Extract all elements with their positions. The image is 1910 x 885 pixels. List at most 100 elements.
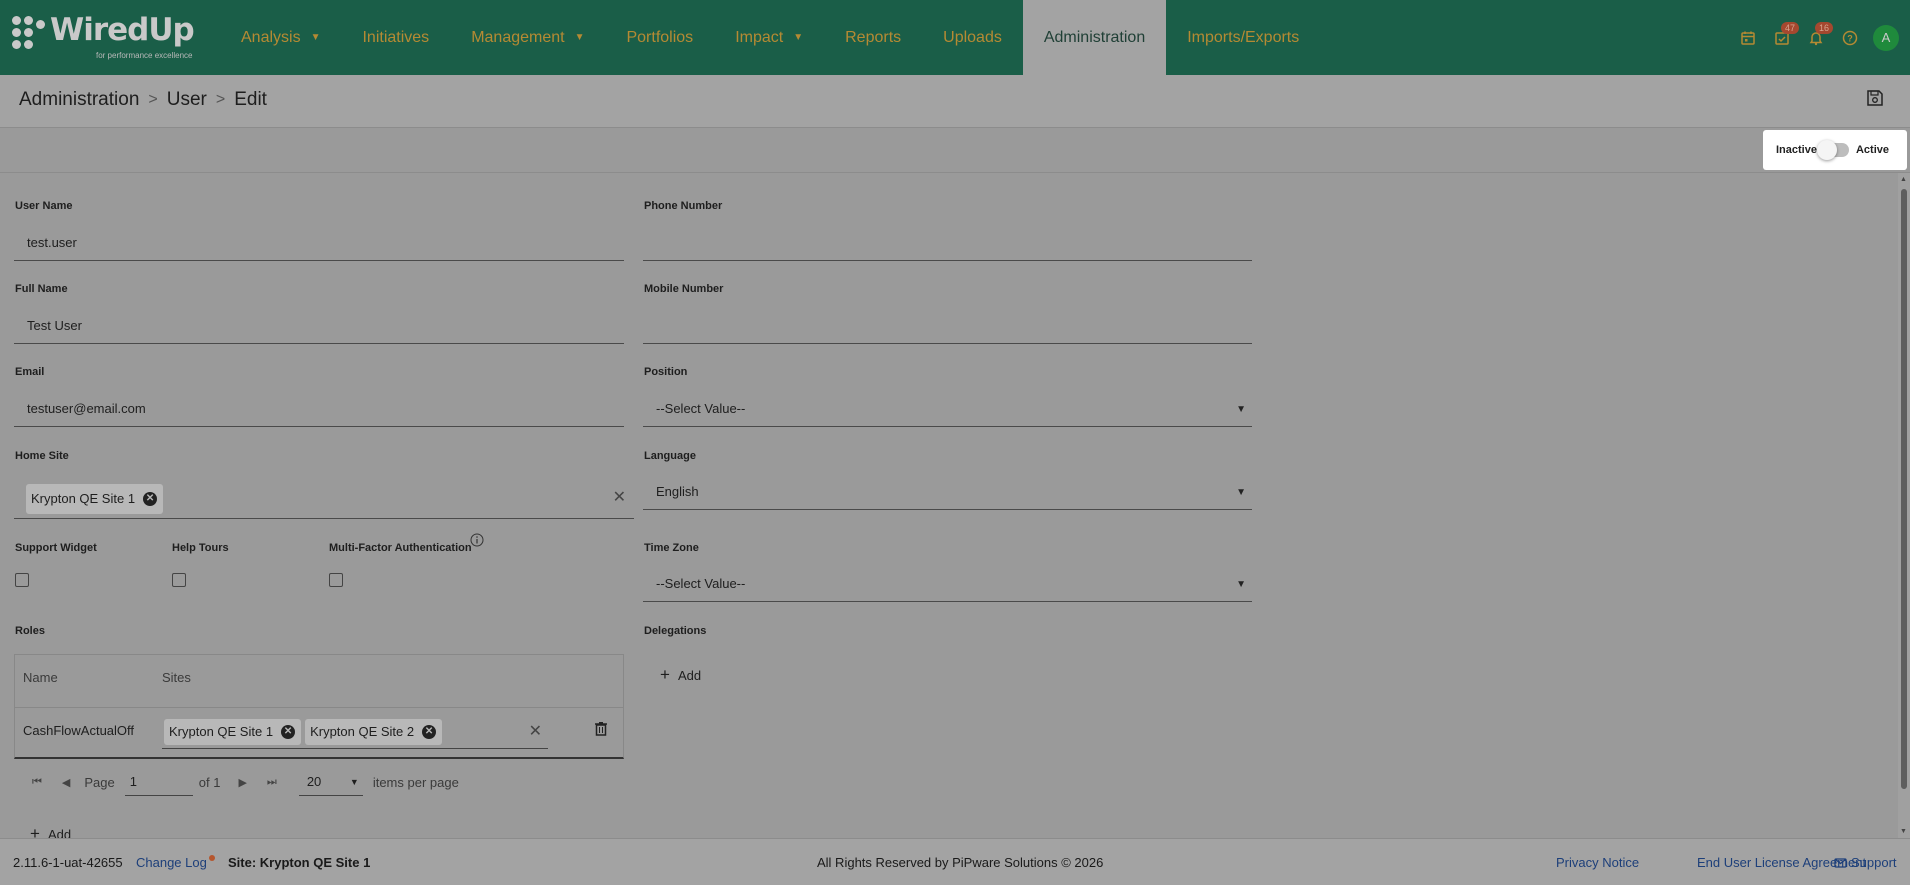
user-avatar[interactable]: A xyxy=(1873,24,1899,51)
clear-icon[interactable]: ✕ xyxy=(529,721,542,741)
nav-uploads[interactable]: Uploads xyxy=(922,0,1023,75)
calendar-icon[interactable] xyxy=(1731,21,1765,55)
nav-imports-exports[interactable]: Imports/Exports xyxy=(1166,0,1320,75)
prev-page-icon[interactable]: ◀ xyxy=(62,776,70,789)
per-page-label: items per page xyxy=(372,774,459,790)
column-header-sites: Sites xyxy=(162,670,191,685)
column-header-name: Name xyxy=(23,670,58,685)
remove-chip-icon[interactable]: ✕ xyxy=(281,724,296,739)
page-input[interactable]: 1 xyxy=(124,768,193,796)
help-tours-label: Help Tours xyxy=(172,542,229,554)
active-toggle-card: Inactive Active xyxy=(1763,130,1907,170)
support-widget-checkbox[interactable] xyxy=(15,573,29,587)
scroll-down-icon[interactable]: ▼ xyxy=(1900,828,1907,835)
caret-down-icon: ▼ xyxy=(1236,579,1246,590)
mfa-checkbox[interactable] xyxy=(329,573,343,587)
svg-text:?: ? xyxy=(1847,33,1853,43)
row-divider xyxy=(15,707,623,708)
notifications-badge: 16 xyxy=(1815,21,1834,34)
nav-analysis[interactable]: Analysis ▼ xyxy=(220,0,341,75)
email-label: Email xyxy=(15,366,45,378)
remove-chip-icon[interactable]: ✕ xyxy=(422,724,437,739)
breadcrumb-user[interactable]: User xyxy=(167,89,207,111)
language-select[interactable]: English ▼ xyxy=(643,474,1252,510)
full-name-input[interactable]: Test User xyxy=(14,308,624,344)
copyright-text: All Rights Reserved by PiPware Solutions… xyxy=(817,855,1104,870)
mobile-number-label: Mobile Number xyxy=(644,283,724,295)
toggle-knob xyxy=(1816,140,1837,160)
last-page-icon[interactable]: ⏭ xyxy=(267,776,277,789)
position-label: Position xyxy=(644,366,688,378)
home-site-select[interactable]: Krypton QE Site 1 ✕ ✕ xyxy=(14,479,634,519)
time-zone-select[interactable]: --Select Value-- ▼ xyxy=(643,566,1252,602)
time-zone-label: Time Zone xyxy=(644,542,699,554)
per-page-select[interactable]: 20 ▼ xyxy=(298,768,363,796)
phone-number-label: Phone Number xyxy=(644,200,723,212)
caret-down-icon: ▼ xyxy=(574,32,585,43)
role-sites-select[interactable]: Krypton QE Site 1 ✕ Krypton QE Site 2 ✕ ✕ xyxy=(162,715,548,749)
logo-tagline: for performance excellence xyxy=(96,51,193,60)
change-log-link[interactable]: Change Log xyxy=(136,855,215,870)
nav-reports[interactable]: Reports xyxy=(824,0,922,75)
privacy-notice-link[interactable]: Privacy Notice xyxy=(1556,855,1639,870)
scroll-up-icon[interactable]: ▲ xyxy=(1900,176,1907,183)
footer: 2.11.6-1-uat-42655 Change Log Site: Kryp… xyxy=(0,838,1910,885)
caret-down-icon: ▼ xyxy=(349,777,359,787)
help-icon[interactable]: ? xyxy=(1833,21,1867,55)
role-name-cell: CashFlowActualOff xyxy=(23,723,135,738)
save-icon[interactable] xyxy=(1866,89,1884,112)
home-site-chip: Krypton QE Site 1 ✕ xyxy=(26,483,164,514)
nav-impact[interactable]: Impact ▼ xyxy=(714,0,824,75)
delete-icon[interactable] xyxy=(594,721,608,741)
main-nav: Analysis ▼ Initiatives Management ▼ Portfo… xyxy=(220,0,1320,75)
scrollbar[interactable]: ▲ ▼ xyxy=(1898,173,1910,838)
user-name-label: User Name xyxy=(15,200,73,212)
breadcrumb-edit: Edit xyxy=(234,89,267,110)
chevron-right-icon: > xyxy=(148,91,158,108)
nav-initiatives[interactable]: Initiatives xyxy=(341,0,450,75)
new-indicator-dot xyxy=(208,855,215,861)
email-input[interactable]: testuser@email.com xyxy=(14,391,624,427)
home-site-label: Home Site xyxy=(15,450,69,462)
scroll-thumb[interactable] xyxy=(1901,189,1907,789)
info-icon[interactable] xyxy=(470,533,484,552)
user-name-input[interactable]: test.user xyxy=(14,225,624,261)
support-icon xyxy=(1834,858,1847,868)
bell-icon[interactable]: 16 xyxy=(1799,21,1834,55)
breadcrumb-administration[interactable]: Administration xyxy=(19,89,139,111)
inactive-label: Inactive xyxy=(1776,144,1817,156)
phone-number-input[interactable] xyxy=(643,225,1252,261)
first-page-icon[interactable]: ⏮ xyxy=(32,776,42,789)
page-label: Page xyxy=(84,774,115,790)
logo-dots-icon xyxy=(12,16,48,52)
breadcrumb: Administration > User > Edit xyxy=(19,89,267,111)
remove-chip-icon[interactable]: ✕ xyxy=(143,491,158,506)
version-text: 2.11.6-1-uat-42655 xyxy=(13,855,123,870)
position-select[interactable]: --Select Value-- ▼ xyxy=(643,391,1252,427)
chevron-right-icon: > xyxy=(215,91,226,108)
roles-table: Name Sites CashFlowActualOff Krypton QE … xyxy=(14,654,624,759)
nav-management[interactable]: Management ▼ xyxy=(450,0,605,75)
pager: ⏮ ◀ Page 1 of 1 ▶ ⏭ 20 ▼ items per page xyxy=(14,768,459,796)
current-site: Site: Krypton QE Site 1 xyxy=(228,855,371,870)
next-page-icon[interactable]: ▶ xyxy=(238,776,246,789)
language-label: Language xyxy=(644,450,696,462)
active-toggle-switch[interactable] xyxy=(1816,140,1849,160)
clear-icon[interactable]: ✕ xyxy=(613,487,626,507)
caret-down-icon: ▼ xyxy=(1236,404,1246,415)
support-link[interactable]: Support xyxy=(1834,855,1897,870)
add-delegation-button[interactable]: + Add xyxy=(660,665,701,685)
caret-down-icon: ▼ xyxy=(310,32,321,43)
mfa-label: Multi-Factor Authentication xyxy=(329,542,472,554)
nav-administration[interactable]: Administration xyxy=(1022,0,1167,75)
tasks-badge: 47 xyxy=(1781,21,1800,34)
role-site-chip: Krypton QE Site 1 ✕ xyxy=(164,718,302,745)
mobile-number-input[interactable] xyxy=(643,308,1252,344)
app-logo[interactable]: WiredUp for performance excellence xyxy=(12,12,202,62)
help-tours-checkbox[interactable] xyxy=(172,573,186,587)
nav-portfolios[interactable]: Portfolios xyxy=(605,0,714,75)
role-site-chip: Krypton QE Site 2 ✕ xyxy=(305,718,443,745)
breadcrumb-bar: Administration > User > Edit xyxy=(0,75,1910,128)
tasks-icon[interactable]: 47 xyxy=(1765,21,1800,55)
top-navbar: WiredUp for performance excellence Analy… xyxy=(0,0,1910,75)
